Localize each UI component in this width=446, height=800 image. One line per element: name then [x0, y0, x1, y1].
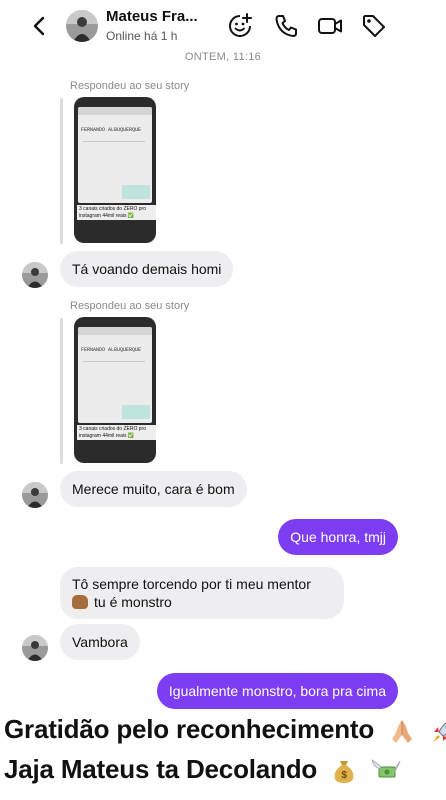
message-bubble-incoming[interactable]: Vambora [60, 624, 140, 660]
message-text: Tô sempre torcendo por ti meu mentor [72, 576, 311, 592]
time-separator: ONTEM, 11:16 [184, 51, 262, 63]
chat-header: Mateus Fra... Online há 1 h [0, 0, 446, 52]
thumbnail-caption: 3 canais criados do ZERO pro instagram 4… [77, 205, 156, 220]
video-icon[interactable] [316, 12, 344, 40]
avatar[interactable] [66, 10, 98, 42]
message-bubble-outgoing[interactable]: Igualmente monstro, bora pra cima [156, 673, 398, 709]
caption-line: Jaja Mateus ta Decolando $ [4, 754, 401, 785]
message-bubble-incoming[interactable]: Tá voando demais homi [60, 251, 234, 287]
svg-text:$: $ [341, 770, 347, 781]
money-bag-icon: $ [334, 761, 354, 784]
thumbnail-divider [83, 361, 145, 362]
story-thumbnail[interactable]: FERNANDO ALBUQUERQUE 3 canais criados do… [74, 317, 156, 463]
avatar[interactable] [22, 482, 48, 508]
caption-line: Gratidão pelo reconhecimento [4, 714, 446, 745]
message-text: tu é monstro [94, 594, 172, 610]
chat-screen: Mateus Fra... Online há 1 h ONTEM, 11:16… [0, 0, 446, 800]
avatar[interactable] [22, 635, 48, 661]
story-reply-divider [60, 318, 63, 464]
thumbnail-caption: 3 canais criados do ZERO pro instagram 4… [77, 425, 156, 440]
thumbnail-screen: FERNANDO ALBUQUERQUE [78, 107, 152, 203]
story-reply-label: Respondeu ao seu story [70, 300, 190, 312]
story-caption-overlay: Gratidão pelo reconhecimento Jaja Mateus… [0, 710, 446, 800]
praying-hands-icon [392, 720, 413, 744]
thumbnail-screen: FERNANDO ALBUQUERQUE [78, 327, 152, 423]
caption-text: Gratidão pelo reconhecimento [4, 714, 375, 744]
thumbnail-title: FERNANDO ALBUQUERQUE [81, 347, 142, 353]
avatar[interactable] [22, 262, 48, 288]
thumbnail-divider [83, 141, 145, 142]
contact-status: Online há 1 h [106, 29, 178, 43]
story-reply-divider [60, 98, 63, 244]
back-icon[interactable] [28, 12, 52, 40]
story-thumbnail[interactable]: FERNANDO ALBUQUERQUE 3 canais criados do… [74, 97, 156, 243]
rocket-icon [433, 722, 446, 743]
sticker-add-icon[interactable] [226, 12, 254, 40]
thumbnail-title: FERNANDO ALBUQUERQUE [81, 127, 142, 133]
contact-name[interactable]: Mateus Fra... [106, 8, 198, 25]
phone-icon[interactable] [272, 12, 300, 40]
thumbnail-bar [78, 107, 152, 115]
thumbnail-highlight [122, 405, 150, 419]
tag-icon[interactable] [360, 12, 388, 40]
message-bubble-incoming[interactable]: Tô sempre torcendo por ti meu mentor tu … [60, 567, 344, 619]
thumbnail-highlight [122, 185, 150, 199]
fist-bump-emoji-icon [72, 595, 88, 609]
money-with-wings-icon [371, 759, 401, 778]
message-bubble-incoming[interactable]: Merece muito, cara é bom [60, 471, 247, 507]
thumbnail-bar [78, 327, 152, 335]
story-reply-label: Respondeu ao seu story [70, 80, 190, 92]
caption-text: Jaja Mateus ta Decolando [4, 754, 318, 784]
message-bubble-outgoing[interactable]: Que honra, tmjj [278, 519, 398, 555]
